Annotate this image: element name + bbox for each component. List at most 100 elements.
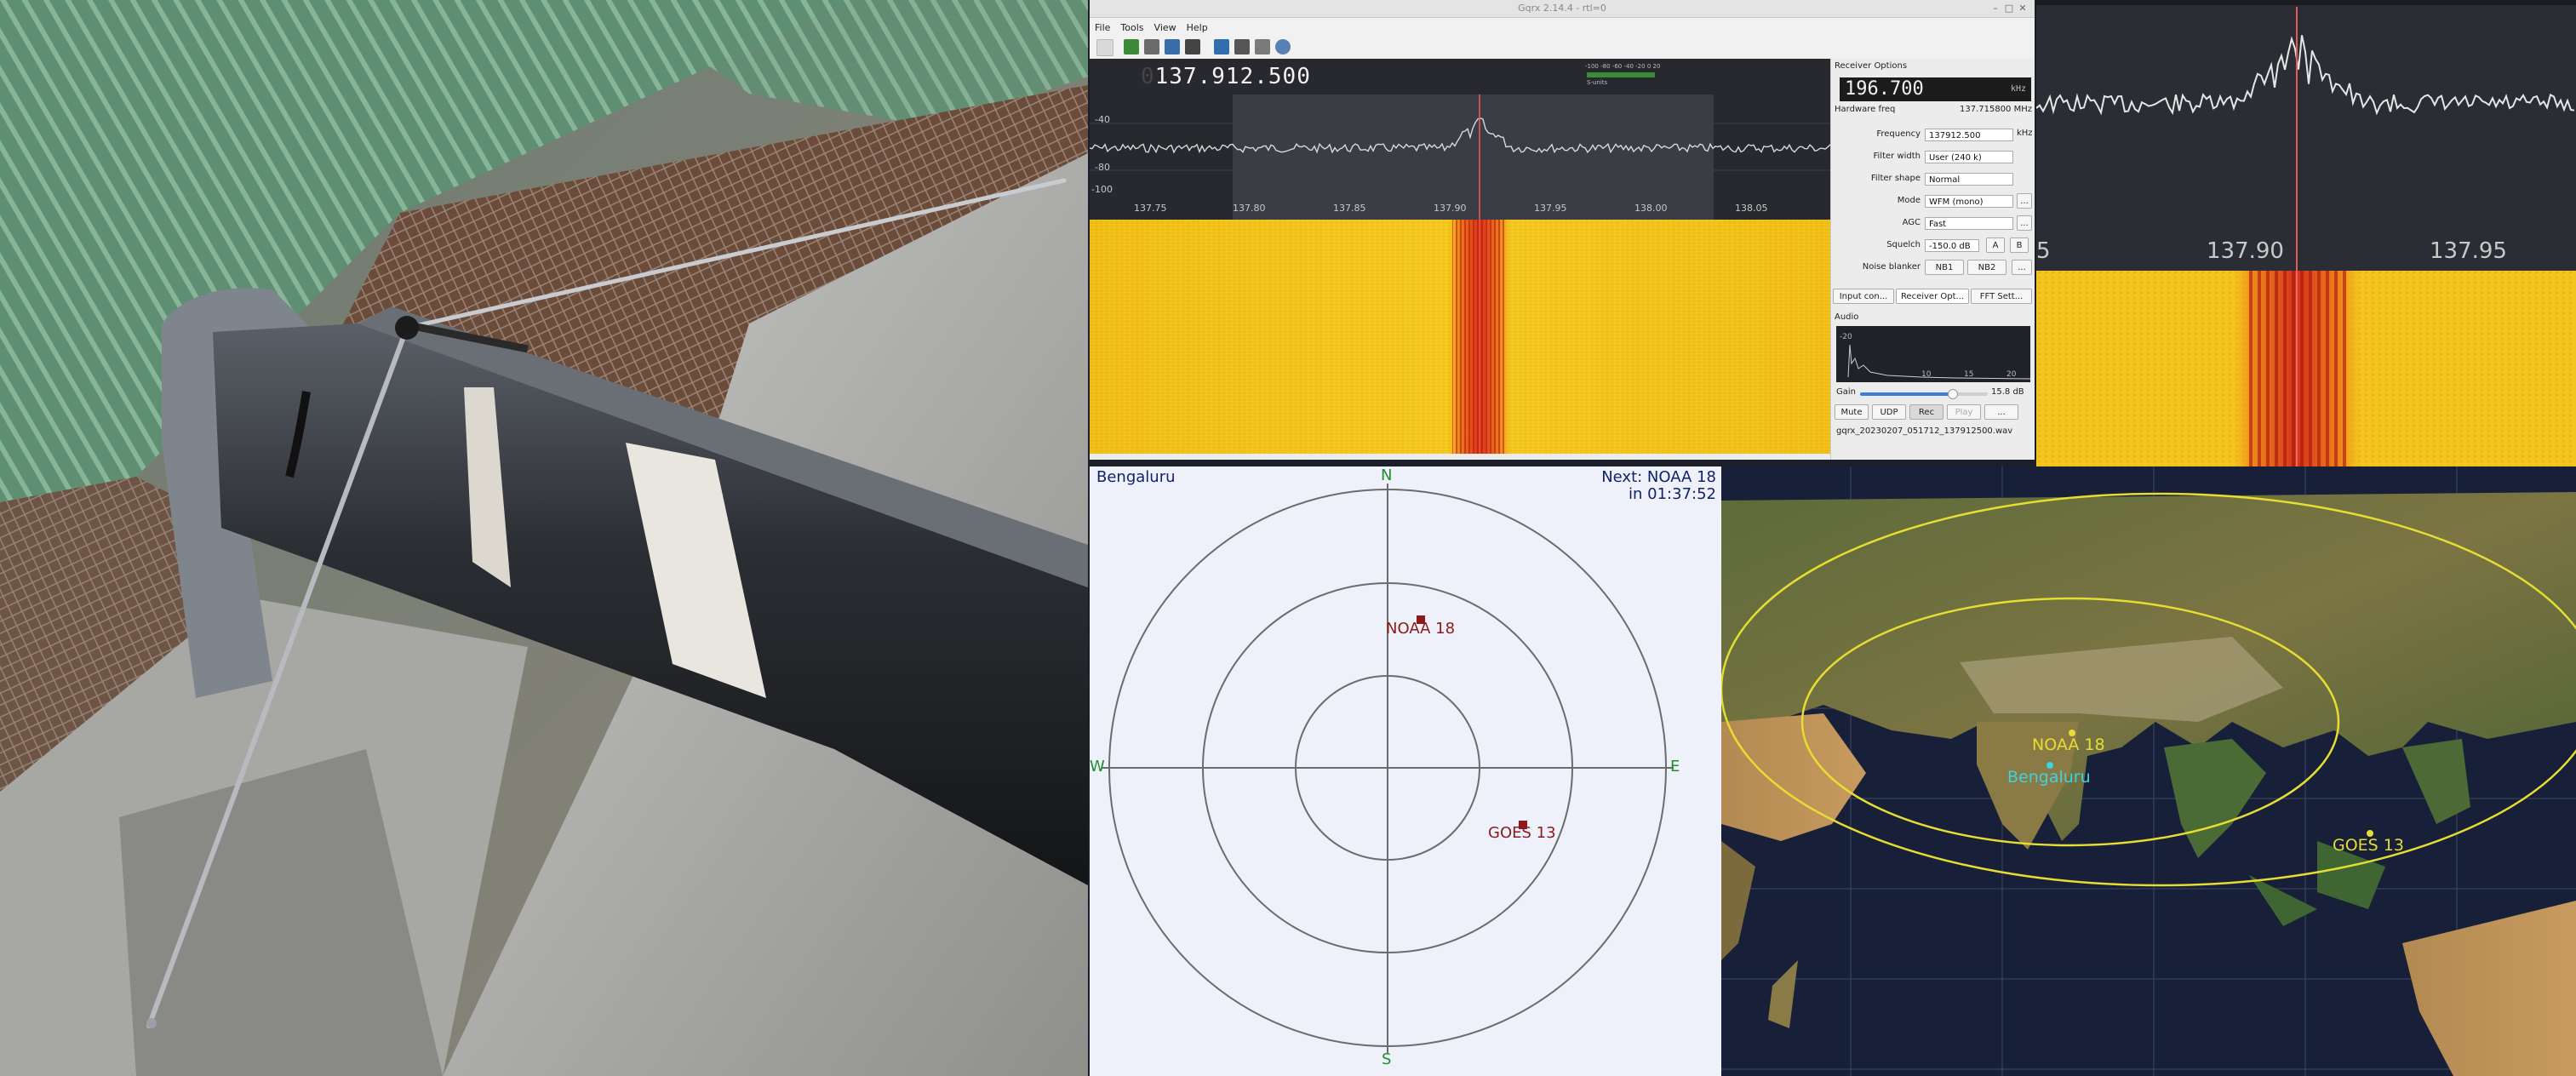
noise-blanker-label: Noise blanker	[1862, 262, 1921, 272]
receiver-options-dock: Receiver Options 196.700 kHz Hardware fr…	[1830, 59, 2035, 460]
freq-axis-label: 138.00	[1634, 203, 1668, 214]
menu-bar: File Tools View Help	[1090, 18, 2035, 35]
tools-icon[interactable]	[1255, 39, 1270, 54]
screenshot-icon[interactable]	[1214, 39, 1229, 54]
nb1-button[interactable]: NB1	[1925, 260, 1964, 275]
meter-tick: -20	[1635, 63, 1646, 70]
offset-lcd-value: 196.700	[1845, 78, 1924, 100]
rec-button[interactable]: Rec	[1909, 404, 1943, 420]
audio-fft-svg	[1847, 344, 2031, 380]
squelch-input[interactable]: -150.0 dB	[1925, 239, 1979, 252]
menu-file[interactable]: File	[1090, 20, 1115, 37]
frequency-label: Frequency	[1876, 129, 1921, 139]
remote-icon[interactable]	[1234, 39, 1250, 54]
gain-slider[interactable]	[1860, 389, 1988, 399]
recording-filename: gqrx_20230207_051712_137912500.wav	[1836, 426, 2013, 436]
audio-axis-x: 15	[1964, 370, 1974, 379]
close-icon[interactable]: ✕	[2018, 3, 2028, 14]
mode-select[interactable]: WFM (mono)	[1925, 195, 2013, 208]
menu-tools[interactable]: Tools	[1115, 20, 1148, 37]
compass-north: N	[1381, 466, 1393, 484]
squelch-label: Squelch	[1886, 240, 1921, 249]
meter-unit: S-units	[1587, 79, 1608, 86]
toolbar	[1090, 35, 2035, 60]
spectrum-plot[interactable]	[1090, 59, 1831, 454]
filter-shape-value: Normal	[1929, 175, 1961, 185]
tab-fft-settings[interactable]: FFT Sett...	[1971, 289, 2032, 304]
audio-axis-y: -20	[1840, 333, 1852, 341]
location-label: Bengaluru	[1096, 468, 1176, 486]
spectrum-svg	[1090, 59, 1831, 454]
gain-slider-fill	[1860, 392, 1952, 396]
noaa18-map-label: NOAA 18	[2032, 735, 2105, 754]
zoom-freq-label: 137.90	[2207, 238, 2284, 264]
nb2-button[interactable]: NB2	[1967, 260, 2006, 275]
meter-tick: -80	[1600, 63, 1611, 70]
audio-axis-x: 20	[2006, 370, 2017, 379]
nb-options-button[interactable]: ...	[2012, 260, 2032, 275]
audio-options-button[interactable]: ...	[1984, 404, 2018, 420]
satellite-map: NOAA 18 Bengaluru GOES 13	[1721, 466, 2576, 1076]
zoom-svg	[2036, 0, 2576, 466]
frequency-display[interactable]: 0137.912.500	[1141, 60, 1362, 94]
compass-south: S	[1382, 1050, 1392, 1068]
folder-icon[interactable]	[1144, 39, 1159, 54]
meter-tick: -40	[1623, 63, 1634, 70]
frequency-input-value: 137912.500	[1929, 131, 1981, 140]
frequency-input[interactable]: 137912.500	[1925, 129, 2013, 141]
squelch-a-button[interactable]: A	[1986, 238, 2005, 253]
bengaluru-map-label: Bengaluru	[2007, 768, 2091, 787]
compass-east: E	[1670, 758, 1680, 776]
menu-view[interactable]: View	[1149, 20, 1182, 37]
minimize-icon[interactable]: –	[1990, 3, 2001, 14]
next-pass-time: in 01:37:52	[1629, 485, 1716, 503]
freq-axis-label: 137.85	[1333, 203, 1366, 214]
start-dsp-icon[interactable]	[1096, 39, 1113, 56]
noaa18-label: NOAA 18	[1386, 620, 1456, 638]
signal-meter: -100 -80 -60 -40 -20 0 20 S-units	[1583, 63, 1703, 89]
meter-tick: 0	[1646, 63, 1652, 70]
audio-title: Audio	[1835, 312, 1859, 322]
filter-width-value: User (240 k)	[1929, 153, 1982, 163]
frequency-value: 137.912.500	[1154, 64, 1311, 89]
about-icon[interactable]	[1275, 39, 1291, 54]
mode-options-button[interactable]: ...	[2017, 193, 2032, 209]
agc-label: AGC	[1902, 218, 1921, 227]
freq-axis-label: 138.05	[1735, 203, 1768, 214]
filter-width-select[interactable]: User (240 k)	[1925, 151, 2013, 163]
gqrx-window: Gqrx 2.14.4 - rtl=0 – □ ✕ File Tools View H…	[1090, 0, 2035, 460]
udp-button[interactable]: UDP	[1872, 404, 1906, 420]
offset-lcd[interactable]: 196.700 kHz	[1840, 77, 2031, 101]
save-icon[interactable]	[1165, 39, 1180, 54]
freq-axis-label: 137.80	[1233, 203, 1266, 214]
filter-shape-select[interactable]: Normal	[1925, 173, 2013, 186]
map-svg	[1721, 466, 2576, 1076]
agc-options-button[interactable]: ...	[2017, 215, 2032, 231]
antenna-photo-illustration	[0, 0, 1088, 1076]
polar-svg	[1102, 484, 1674, 1054]
mode-label: Mode	[1897, 196, 1921, 205]
agc-select[interactable]: Fast	[1925, 217, 2013, 230]
agc-value: Fast	[1929, 220, 1947, 229]
gain-slider-handle[interactable]	[1948, 389, 1958, 399]
window-title: Gqrx 2.14.4 - rtl=0	[1518, 3, 1606, 14]
next-pass-label: Next: NOAA 18	[1601, 468, 1716, 486]
menu-help[interactable]: Help	[1182, 20, 1213, 37]
hardware-freq-label: Hardware freq	[1835, 105, 1896, 114]
meter-tick: -100	[1585, 63, 1599, 70]
device-icon[interactable]	[1185, 39, 1200, 54]
audio-axis-x: 10	[1921, 370, 1932, 379]
play-button[interactable]: Play	[1947, 404, 1981, 420]
mute-button[interactable]: Mute	[1835, 404, 1869, 420]
tab-input-controls[interactable]: Input con...	[1833, 289, 1894, 304]
tab-receiver-options[interactable]: Receiver Opt...	[1896, 289, 1969, 304]
open-icon[interactable]	[1124, 39, 1139, 54]
goes13-label: GOES 13	[1488, 824, 1556, 842]
freq-axis-label: 137.75	[1134, 203, 1167, 214]
maximize-icon[interactable]: □	[2004, 3, 2014, 14]
filter-shape-label: Filter shape	[1870, 174, 1921, 183]
db-axis-label: -40	[1095, 114, 1110, 125]
squelch-b-button[interactable]: B	[2010, 238, 2029, 253]
frequency-unit: kHz	[2017, 129, 2033, 138]
zoom-freq-label: 5	[2036, 238, 2051, 264]
